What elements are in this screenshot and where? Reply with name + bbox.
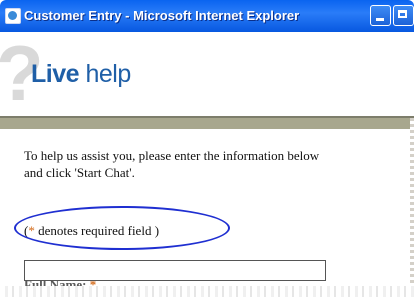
window-title: Customer Entry - Microsoft Internet Expl… <box>24 8 300 23</box>
brand-help: help <box>79 60 131 88</box>
title-bar[interactable]: Customer Entry - Microsoft Internet Expl… <box>0 0 414 32</box>
ie-window: Customer Entry - Microsoft Internet Expl… <box>0 0 414 297</box>
minimize-button[interactable] <box>370 5 391 26</box>
instructions-line-1: To help us assist you, please enter the … <box>24 148 320 163</box>
scrollbar-edge[interactable] <box>410 118 414 297</box>
live-help-logo: Live help <box>31 60 131 89</box>
header-bar <box>0 118 414 129</box>
full-name-input[interactable] <box>24 260 326 281</box>
highlight-ellipse <box>14 206 230 250</box>
brand-live: Live <box>31 60 80 88</box>
browser-icon <box>5 8 21 24</box>
instructions-line-2: and click 'Start Chat'. <box>24 165 135 180</box>
instructions: To help us assist you, please enter the … <box>24 147 414 181</box>
torn-edge <box>0 286 414 297</box>
maximize-button[interactable] <box>393 5 414 26</box>
